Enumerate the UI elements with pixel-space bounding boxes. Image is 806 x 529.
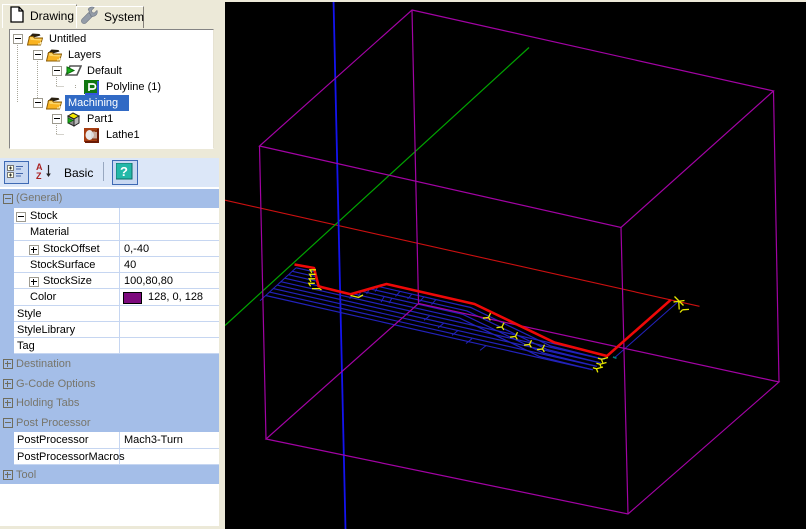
- svg-text:Z: Z: [36, 171, 42, 181]
- svg-text:?: ?: [120, 164, 128, 179]
